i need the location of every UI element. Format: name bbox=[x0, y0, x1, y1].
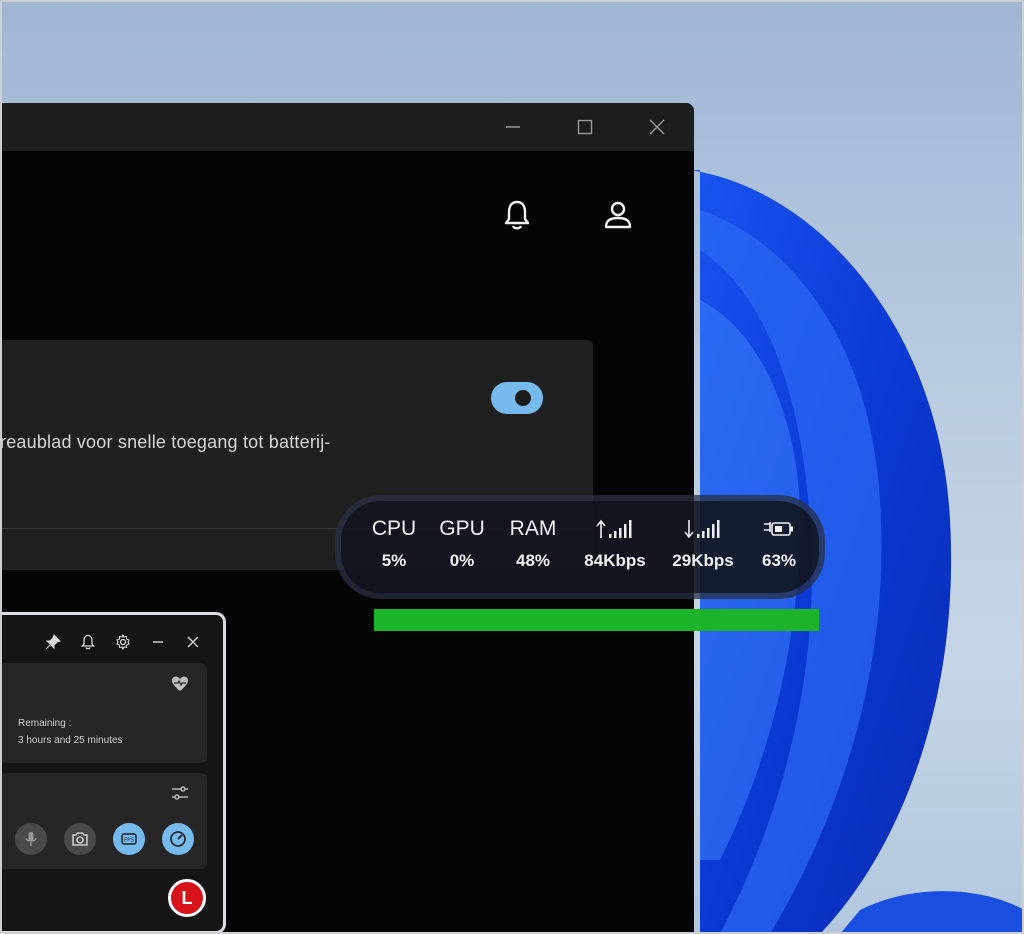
download-stat: 29Kbps bbox=[667, 515, 739, 571]
pin-button[interactable] bbox=[42, 631, 64, 653]
close-button[interactable] bbox=[634, 111, 680, 143]
fps-icon: FPS bbox=[121, 833, 137, 845]
avatar[interactable]: L bbox=[168, 879, 206, 917]
minimize-icon bbox=[506, 126, 520, 128]
gpu-label: GPU bbox=[439, 517, 485, 540]
ram-stat: RAM 48% bbox=[503, 515, 563, 571]
microphone-icon bbox=[25, 832, 37, 846]
ram-value: 48% bbox=[515, 551, 551, 570]
download-signal-icon bbox=[684, 520, 720, 539]
download-value: 29Kbps bbox=[672, 551, 734, 570]
performance-overlay: CPU 5% GPU 0% RAM 48% 84Kbps 29Kbps 63% bbox=[341, 501, 819, 593]
gear-icon bbox=[116, 634, 130, 650]
minimize-button[interactable] bbox=[490, 111, 536, 143]
sliders-icon[interactable] bbox=[170, 783, 190, 803]
camera-icon bbox=[72, 832, 88, 846]
battery-charging-icon bbox=[764, 522, 793, 536]
fps-button[interactable]: FPS bbox=[113, 823, 145, 855]
close-icon bbox=[187, 636, 199, 648]
gpu-value: 0% bbox=[449, 551, 475, 570]
setting-description: reaublad voor snelle toegang tot batteri… bbox=[0, 432, 331, 452]
cpu-stat: CPU 5% bbox=[367, 515, 421, 571]
account-button[interactable] bbox=[598, 195, 638, 235]
widget-minimize-button[interactable] bbox=[147, 631, 169, 653]
notifications-button[interactable] bbox=[497, 195, 537, 235]
cpu-label: CPU bbox=[371, 517, 417, 540]
upload-value: 84Kbps bbox=[584, 551, 646, 570]
widget-notifications-button[interactable] bbox=[77, 631, 99, 653]
speedometer-icon bbox=[170, 831, 186, 847]
setting-toggle[interactable] bbox=[491, 382, 543, 414]
close-icon bbox=[649, 119, 665, 135]
svg-text:FPS: FPS bbox=[124, 838, 134, 844]
camera-button[interactable] bbox=[64, 823, 96, 855]
gpu-stat: GPU 0% bbox=[435, 515, 489, 571]
battery-stat: 63% bbox=[755, 515, 803, 571]
upload-signal-icon bbox=[596, 519, 632, 538]
bell-icon bbox=[504, 200, 530, 230]
battery-value: 63% bbox=[761, 551, 797, 570]
cpu-value: 5% bbox=[381, 551, 407, 570]
widget-settings-button[interactable] bbox=[112, 631, 134, 653]
microphone-button[interactable] bbox=[15, 823, 47, 855]
highlight-bar bbox=[374, 609, 819, 631]
battery-widget: Remaining : 3 hours and 25 minutes FPS L bbox=[0, 612, 226, 934]
user-icon bbox=[604, 201, 632, 229]
widget-close-button[interactable] bbox=[182, 631, 204, 653]
remaining-label: Remaining : bbox=[18, 718, 72, 729]
maximize-button[interactable] bbox=[562, 111, 608, 143]
toggle-knob bbox=[515, 390, 531, 406]
quick-actions-card: FPS bbox=[0, 773, 207, 869]
upload-stat: 84Kbps bbox=[579, 515, 651, 571]
heart-pulse-icon bbox=[172, 676, 188, 691]
remaining-value: 3 hours and 25 minutes bbox=[18, 735, 123, 746]
battery-card: Remaining : 3 hours and 25 minutes bbox=[0, 663, 207, 763]
ram-label: RAM bbox=[509, 517, 557, 540]
title-bar bbox=[0, 103, 694, 151]
maximize-icon bbox=[577, 119, 593, 135]
pin-icon bbox=[45, 634, 61, 650]
bell-icon bbox=[81, 634, 95, 650]
performance-button[interactable] bbox=[162, 823, 194, 855]
minimize-icon bbox=[153, 641, 163, 643]
